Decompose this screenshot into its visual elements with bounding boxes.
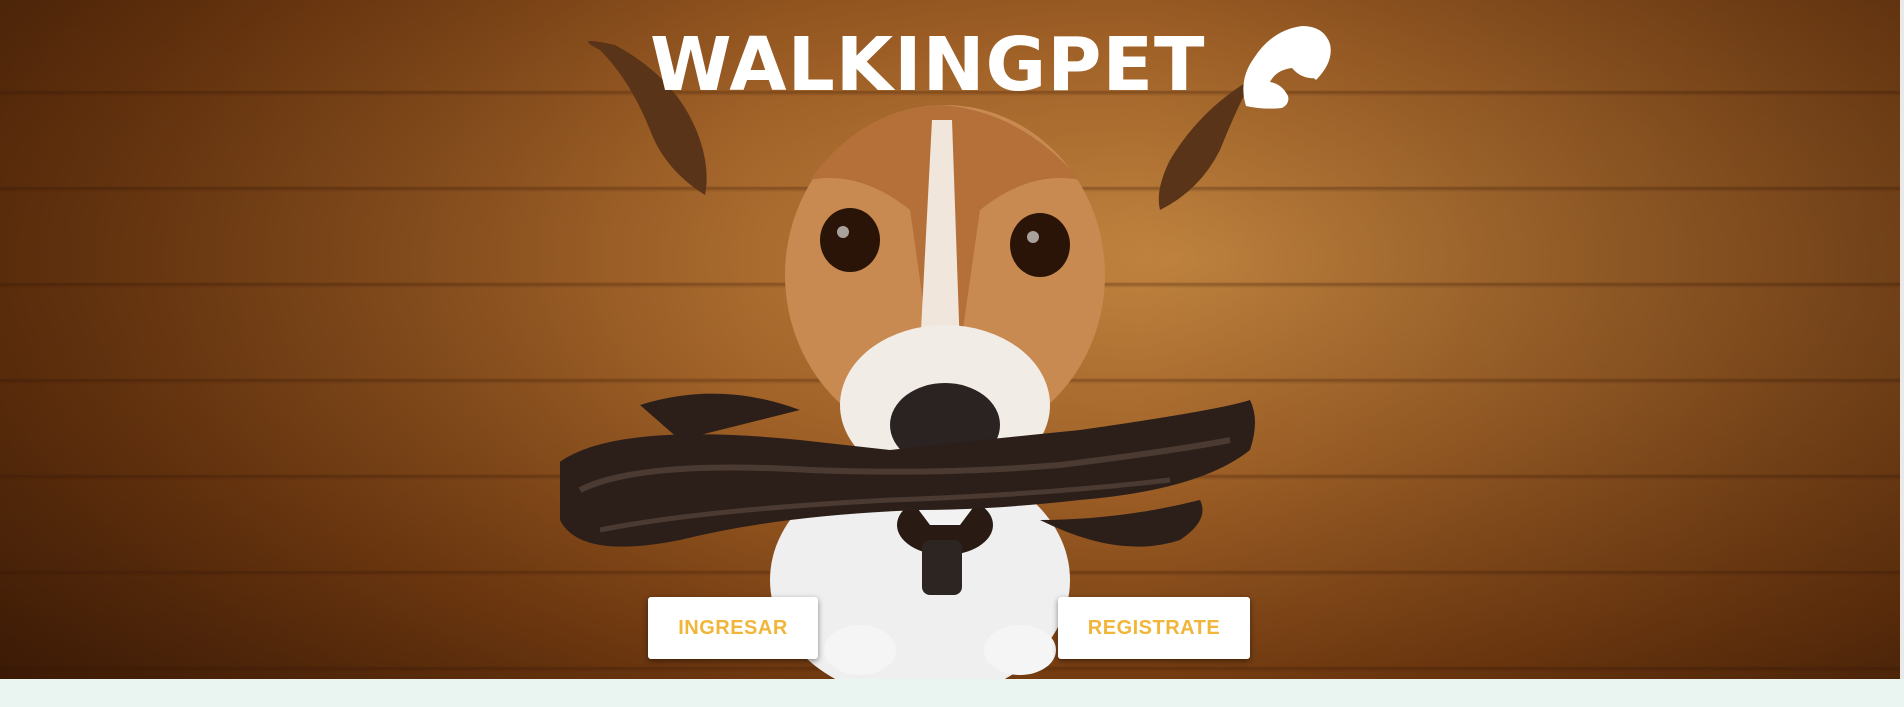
dog-with-leash-image <box>560 41 1278 679</box>
site-header: WALKINGPET <box>650 20 1334 110</box>
brand-name: WALKINGPET <box>650 22 1206 108</box>
left-paw <box>824 625 896 675</box>
register-button[interactable]: REGISTRATE <box>1058 597 1250 659</box>
right-paw <box>984 625 1056 675</box>
left-eye <box>820 208 880 272</box>
bird-head-icon[interactable] <box>1236 20 1334 110</box>
hero-banner: WALKINGPET INGRESAR REGISTRATE <box>0 0 1900 679</box>
collar-tag <box>922 540 962 595</box>
login-button[interactable]: INGRESAR <box>648 597 818 659</box>
footer-strip <box>0 679 1904 707</box>
right-eye <box>1010 213 1070 277</box>
scrollbar-track[interactable] <box>1900 0 1904 679</box>
